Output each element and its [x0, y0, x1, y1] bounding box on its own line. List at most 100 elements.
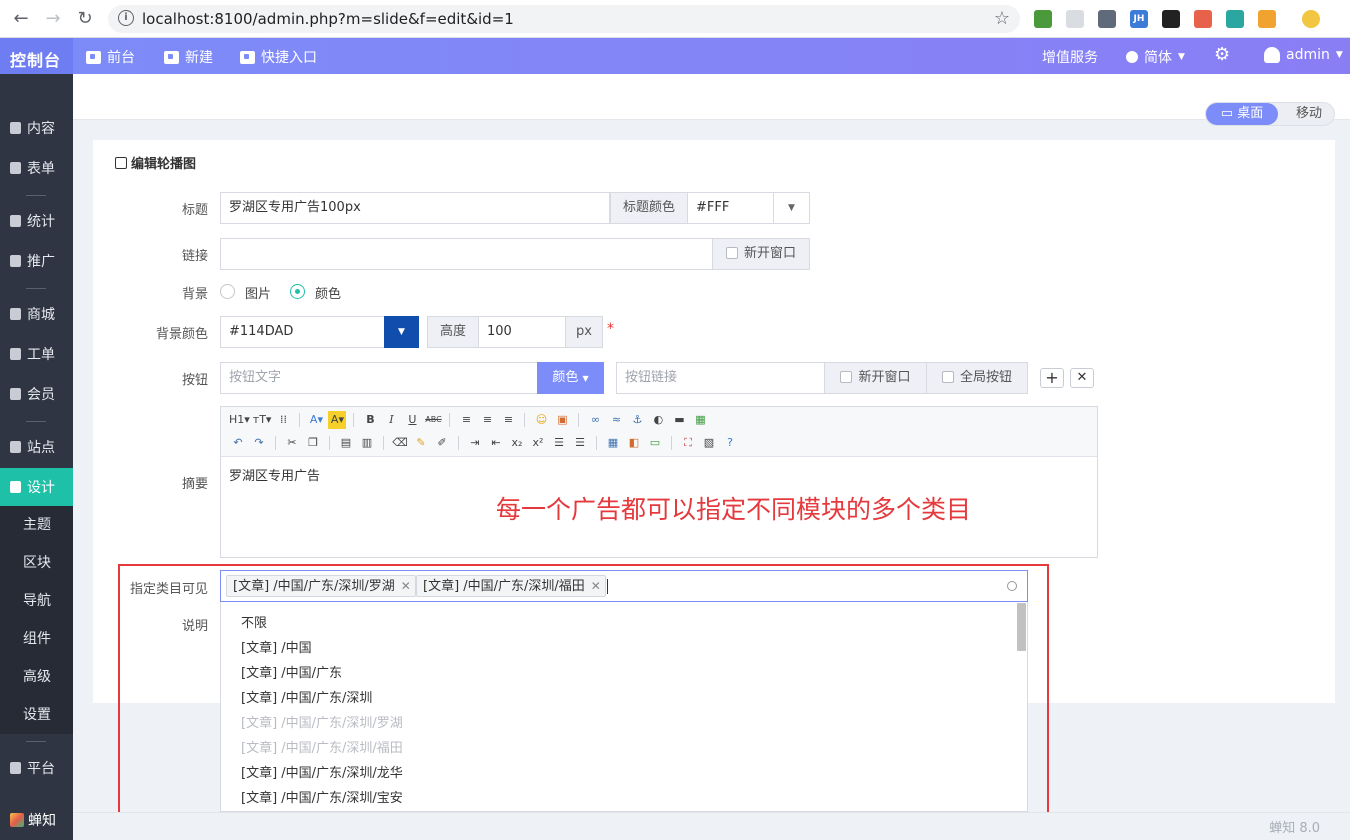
- help-icon[interactable]: ?: [721, 434, 739, 452]
- height-input[interactable]: 100: [478, 316, 566, 348]
- dropdown-scrollbar[interactable]: [1017, 603, 1026, 651]
- global-button-checkbox[interactable]: [941, 371, 954, 383]
- ordered-list-icon[interactable]: ☰: [550, 434, 568, 452]
- remove-button[interactable]: ✕: [1070, 368, 1094, 388]
- rss-extension-icon[interactable]: [1258, 10, 1276, 28]
- font-color-icon[interactable]: A▾: [307, 411, 325, 429]
- line-height-icon[interactable]: ⁞⁞: [274, 411, 292, 429]
- dropdown-option[interactable]: [文章] /中国: [241, 636, 312, 661]
- front-link[interactable]: 前台: [86, 47, 135, 67]
- paste-icon[interactable]: ▤: [337, 434, 355, 452]
- link-input[interactable]: [220, 238, 713, 270]
- back-arrow-icon[interactable]: ←: [10, 8, 32, 30]
- font-size-icon[interactable]: тT▾: [253, 411, 272, 429]
- undo-icon[interactable]: ↶: [229, 434, 247, 452]
- sidebar-sub-settings[interactable]: 设置: [0, 696, 73, 734]
- anchor-icon[interactable]: ⚓: [628, 411, 646, 429]
- remove-tag-icon[interactable]: ✕: [591, 579, 601, 593]
- sidebar-sub-block[interactable]: 区块: [0, 544, 73, 582]
- highlight-icon[interactable]: A▾: [328, 411, 347, 429]
- subscript-icon[interactable]: x₂: [508, 434, 526, 452]
- settings-gear-icon[interactable]: ⚙: [1214, 44, 1230, 65]
- sidebar-item-shop[interactable]: 商城: [0, 295, 73, 333]
- title-input[interactable]: 罗湖区专用广告100px: [220, 192, 610, 224]
- dropdown-option[interactable]: [文章] /中国/广东/深圳/龙华: [241, 761, 403, 786]
- category-multiselect[interactable]: [文章] /中国/广东/深圳/罗湖 ✕ [文章] /中国/广东/深圳/福田 ✕: [220, 570, 1028, 602]
- sidebar-item-ticket[interactable]: 工单: [0, 335, 73, 373]
- align-right-icon[interactable]: ≡: [499, 411, 517, 429]
- address-bar[interactable]: i localhost:8100/admin.php?m=slide&f=edi…: [108, 5, 1020, 33]
- clock-extension-icon[interactable]: [1226, 10, 1244, 28]
- globe-extension-icon[interactable]: [1034, 10, 1052, 28]
- sidebar-sub-nav[interactable]: 导航: [0, 582, 73, 620]
- clear-format-icon[interactable]: ✐: [433, 434, 451, 452]
- share-extension-icon[interactable]: [1194, 10, 1212, 28]
- italic-icon[interactable]: I: [382, 411, 400, 429]
- unlink-icon[interactable]: ≈: [607, 411, 625, 429]
- button-color-dropdown[interactable]: 颜色 ▼: [537, 362, 604, 394]
- format-painter-icon[interactable]: ✎: [412, 434, 430, 452]
- bookmark-star-icon[interactable]: ☆: [994, 8, 1010, 29]
- link-new-window[interactable]: 新开窗口: [712, 238, 810, 270]
- logo-text[interactable]: 控制台: [10, 47, 61, 71]
- profile-avatar-icon[interactable]: [1302, 10, 1320, 28]
- global-button[interactable]: 全局按钮: [926, 362, 1028, 394]
- redo-icon[interactable]: ↷: [250, 434, 268, 452]
- link-icon[interactable]: ∞: [586, 411, 604, 429]
- align-left-icon[interactable]: ≡: [457, 411, 475, 429]
- new-window-checkbox[interactable]: [725, 247, 738, 259]
- button-link-input[interactable]: 按钮链接: [616, 362, 825, 394]
- vue-extension-icon[interactable]: [1098, 10, 1116, 28]
- eraser-icon[interactable]: ⌫: [391, 434, 409, 452]
- emoji-icon[interactable]: ☺: [532, 411, 550, 429]
- sidebar-sub-component[interactable]: 组件: [0, 620, 73, 658]
- sidebar-item-promotion[interactable]: 推广: [0, 242, 73, 280]
- add-button[interactable]: +: [1040, 368, 1064, 388]
- mask-extension-icon[interactable]: [1162, 10, 1180, 28]
- bg-color-radio[interactable]: [290, 284, 305, 299]
- desktop-view-button[interactable]: ▭ 桌面: [1206, 103, 1278, 125]
- align-center-icon[interactable]: ≡: [478, 411, 496, 429]
- button-new-window[interactable]: 新开窗口: [824, 362, 927, 394]
- outdent-icon[interactable]: ⇤: [487, 434, 505, 452]
- site-info-icon[interactable]: i: [118, 10, 134, 26]
- strikethrough-icon[interactable]: ABC: [424, 411, 442, 429]
- forward-arrow-icon[interactable]: →: [42, 8, 64, 30]
- user-menu[interactable]: admin ▼: [1264, 47, 1343, 63]
- editor-content[interactable]: 罗湖区专用广告: [229, 465, 320, 484]
- language-dropdown[interactable]: 简体 ▼: [1126, 47, 1185, 67]
- shortcut-link[interactable]: 快捷入口: [240, 47, 317, 67]
- superscript-icon[interactable]: x²: [529, 434, 547, 452]
- unordered-list-icon[interactable]: ☰: [571, 434, 589, 452]
- sidebar-item-site[interactable]: 站点: [0, 428, 73, 466]
- bg-image-radio[interactable]: [220, 284, 235, 299]
- table-icon[interactable]: ▦: [604, 434, 622, 452]
- sidebar-item-form[interactable]: 表单: [0, 149, 73, 187]
- sidebar-item-content[interactable]: 内容: [0, 109, 73, 147]
- paste-text-icon[interactable]: ▥: [358, 434, 376, 452]
- jh-extension-icon[interactable]: JH: [1130, 10, 1148, 28]
- bg-color-input[interactable]: #114DAD: [220, 316, 385, 348]
- source-icon[interactable]: ▧: [700, 434, 718, 452]
- fullscreen-icon[interactable]: ⛶: [679, 434, 697, 452]
- code-icon[interactable]: ◧: [625, 434, 643, 452]
- button-new-window-checkbox[interactable]: [840, 371, 853, 383]
- sidebar-item-design[interactable]: 设计: [0, 468, 73, 506]
- remove-tag-icon[interactable]: ✕: [401, 579, 411, 593]
- dropdown-option[interactable]: [文章] /中国/广东/深圳/宝安: [241, 786, 403, 811]
- dropdown-option[interactable]: 不限: [241, 611, 267, 636]
- title-color-dropdown[interactable]: ▼: [773, 192, 810, 224]
- sidebar-item-member[interactable]: 会员: [0, 375, 73, 413]
- dropdown-option[interactable]: [文章] /中国/广东: [241, 661, 342, 686]
- picture-icon[interactable]: ▦: [691, 411, 709, 429]
- insert-image-icon[interactable]: ▣: [553, 411, 571, 429]
- sidebar-item-stats[interactable]: 统计: [0, 202, 73, 240]
- media-icon[interactable]: ▬: [670, 411, 688, 429]
- horizontal-rule-icon[interactable]: ▭: [646, 434, 664, 452]
- sidebar-sub-theme[interactable]: 主题: [0, 506, 73, 544]
- copy-icon[interactable]: ❐: [304, 434, 322, 452]
- flash-icon[interactable]: ◐: [649, 411, 667, 429]
- mobile-view-button[interactable]: 移动: [1286, 103, 1332, 125]
- reload-icon[interactable]: ↻: [74, 8, 96, 30]
- brand[interactable]: 蝉知: [10, 810, 56, 830]
